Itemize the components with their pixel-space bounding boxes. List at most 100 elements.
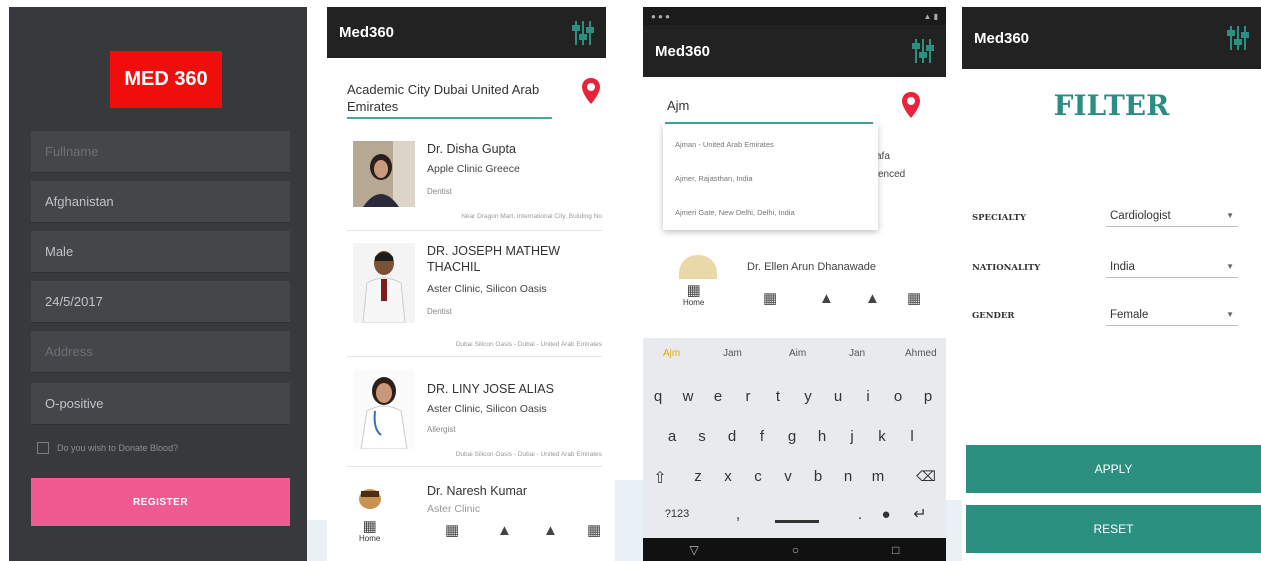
keyboard-key[interactable]: h xyxy=(811,428,833,445)
period-key[interactable]: . xyxy=(849,506,871,523)
nationality-select[interactable]: India ▼ xyxy=(1106,256,1238,278)
location-pin-icon[interactable] xyxy=(901,91,921,119)
app-title: Med360 xyxy=(974,29,1030,47)
doctor-address: Dubai Silicon Oasis - Dubai - United Ara… xyxy=(455,341,602,348)
keyboard-key[interactable]: m xyxy=(867,468,889,485)
keyboard-key[interactable]: t xyxy=(767,388,789,405)
nav-bell-2[interactable]: ▲ xyxy=(543,523,558,538)
suggestion-item[interactable]: Ajmeri Gate, New Delhi, Delhi, India xyxy=(675,208,795,217)
status-icons-left: ● ● ● xyxy=(651,11,670,21)
donate-blood-row[interactable]: Do you wish to Donate Blood? xyxy=(37,442,178,454)
doctor-photo xyxy=(353,243,415,323)
shift-key[interactable]: ⇧ xyxy=(649,468,671,488)
recents-icon[interactable]: □ xyxy=(892,543,899,557)
keyboard-key[interactable]: f xyxy=(751,428,773,445)
apply-button[interactable]: APPLY xyxy=(966,445,1261,493)
doctor-name: DR. JOSEPH MATHEW THACHIL xyxy=(427,244,561,274)
keyboard-key[interactable]: j xyxy=(841,428,863,445)
doctor-list-screen: Med360 Academic City Dubai United Arab E… xyxy=(327,7,606,561)
nav-home[interactable]: ▦ Home xyxy=(683,283,704,307)
keyboard-key[interactable]: x xyxy=(717,468,739,485)
country-field[interactable]: Afghanistan xyxy=(31,181,290,223)
gender-select[interactable]: Female ▼ xyxy=(1106,304,1238,326)
donate-checkbox[interactable] xyxy=(37,442,49,454)
gender-field[interactable]: Male xyxy=(31,231,290,273)
keyboard-suggestion[interactable]: Ahmed xyxy=(905,348,937,359)
specialty-select[interactable]: Cardiologist ▼ xyxy=(1106,205,1238,227)
filter-icon[interactable] xyxy=(1227,24,1249,52)
doctor-card[interactable]: DR. JOSEPH MATHEW THACHIL Aster Clinic, … xyxy=(347,237,602,357)
doctor-photo xyxy=(353,369,415,449)
location-input[interactable]: Academic City Dubai United Arab Emirates xyxy=(347,81,552,119)
address-field[interactable]: Address xyxy=(31,331,290,373)
keyboard-key[interactable]: v xyxy=(777,468,799,485)
keyboard-key[interactable]: e xyxy=(707,388,729,405)
filter-icon[interactable] xyxy=(912,37,934,65)
keyboard-suggestion[interactable]: Aim xyxy=(789,348,806,359)
keyboard-key[interactable]: w xyxy=(677,388,699,405)
search-screen: ● ● ● ▲ ▮ Med360 Ajm afa venced Ajman - … xyxy=(643,7,946,561)
filter-icon[interactable] xyxy=(572,19,594,47)
suggestion-item[interactable]: Ajmer, Rajasthan, India xyxy=(675,174,753,183)
reset-button[interactable]: RESET xyxy=(966,505,1261,553)
dob-field[interactable]: 24/5/2017 xyxy=(31,281,290,323)
fullname-field[interactable]: Fullname xyxy=(31,131,290,173)
keyboard-suggestion[interactable]: Jam xyxy=(723,348,742,359)
keyboard-key[interactable]: s xyxy=(691,428,713,445)
doctor-photo xyxy=(357,485,383,511)
keyboard-key[interactable]: i xyxy=(857,388,879,405)
comma-key[interactable]: , xyxy=(727,506,749,523)
keyboard-key[interactable]: o xyxy=(887,388,909,405)
nav-grid-2[interactable]: ▦ xyxy=(587,523,601,538)
gender-label: GENDER xyxy=(972,311,1015,321)
enter-key[interactable]: ↵ xyxy=(909,504,931,524)
suggestion-item[interactable]: Ajman - United Arab Emirates xyxy=(675,140,774,149)
keyboard-key[interactable]: k xyxy=(871,428,893,445)
keyboard-key[interactable]: g xyxy=(781,428,803,445)
keyboard-key[interactable]: q xyxy=(647,388,669,405)
doctor-name: Dr. Disha Gupta xyxy=(427,142,516,156)
numbers-key[interactable]: ?123 xyxy=(647,508,707,520)
dropdown-caret-icon: ▼ xyxy=(1226,262,1234,271)
keyboard-key[interactable]: r xyxy=(737,388,759,405)
back-icon[interactable]: ▽ xyxy=(690,543,699,557)
keyboard-key[interactable]: u xyxy=(827,388,849,405)
mic-icon[interactable]: ● xyxy=(875,506,897,523)
keyboard-key[interactable]: y xyxy=(797,388,819,405)
doctor-card[interactable]: DR. LINY JOSE ALIAS Aster Clinic, Silico… xyxy=(347,365,602,467)
peek-text: afa xyxy=(876,151,890,162)
keyboard-key[interactable]: b xyxy=(807,468,829,485)
doctor-card[interactable]: Dr. Naresh Kumar Aster Clinic xyxy=(347,475,602,515)
nav-home[interactable]: ▦ Home xyxy=(359,519,380,543)
app-header: Med360 xyxy=(327,7,606,58)
bottom-nav: ▦ Home ▦ ▲ ▲ ▦ xyxy=(327,513,606,561)
keyboard-suggestion[interactable]: Ajm xyxy=(663,348,680,359)
space-key[interactable] xyxy=(775,520,819,523)
nav-bell[interactable]: ▲ xyxy=(497,523,512,538)
bell-icon[interactable]: ▲ xyxy=(865,291,880,306)
register-screen: MED 360 Fullname Afghanistan Male 24/5/2… xyxy=(9,7,307,561)
filter-screen: Med360 FILTER SPECIALTY Cardiologist ▼ N… xyxy=(962,7,1261,561)
doctor-card[interactable]: Dr. Disha Gupta Apple Clinic Greece Dent… xyxy=(347,133,602,231)
keyboard-key[interactable]: z xyxy=(687,468,709,485)
keyboard-suggestion[interactable]: Jan xyxy=(849,348,865,359)
nav-grid[interactable]: ▦ xyxy=(445,523,459,538)
nationality-label: NATIONALITY xyxy=(972,263,1041,273)
keyboard-key[interactable]: a xyxy=(661,428,683,445)
keyboard-key[interactable]: l xyxy=(901,428,923,445)
keyboard-key[interactable]: d xyxy=(721,428,743,445)
dropdown-caret-icon: ▼ xyxy=(1226,310,1234,319)
blood-group-field[interactable]: O-positive xyxy=(31,383,290,425)
grid-icon[interactable]: ▦ xyxy=(763,291,777,306)
keyboard-key[interactable]: p xyxy=(917,388,939,405)
keyboard-key[interactable]: n xyxy=(837,468,859,485)
bell-icon[interactable]: ▲ xyxy=(819,291,834,306)
backspace-key[interactable]: ⌫ xyxy=(915,468,937,485)
grid-icon[interactable]: ▦ xyxy=(907,291,921,306)
donate-label: Do you wish to Donate Blood? xyxy=(57,443,179,453)
location-search-input[interactable]: Ajm xyxy=(665,98,873,124)
location-pin-icon[interactable] xyxy=(581,77,601,105)
keyboard-key[interactable]: c xyxy=(747,468,769,485)
register-button[interactable]: REGISTER xyxy=(31,478,290,526)
home-icon[interactable]: ○ xyxy=(792,543,799,557)
